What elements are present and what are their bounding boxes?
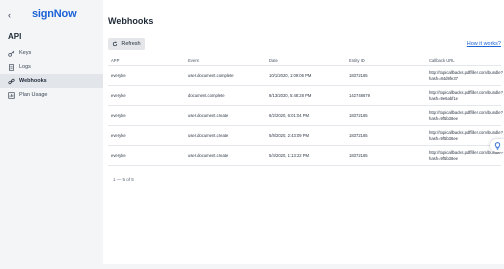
column-header-entity-id: Entity ID (346, 55, 426, 66)
column-header-date: Date (266, 55, 346, 66)
cell-event: user.document.complete (185, 65, 266, 86)
cell-event: user.document.create (185, 125, 266, 146)
cell-callback-url: http://topicallbacks.pdffiller.com/bundl… (426, 85, 503, 106)
cell-app: everyke (108, 65, 185, 86)
column-header-app: APP (108, 55, 185, 66)
table-row[interactable]: everyke user.document.create 5/8/2020, 2… (108, 125, 503, 146)
cell-app: everyke (108, 105, 185, 126)
sidebar-item-keys[interactable]: Keys (0, 46, 103, 60)
table-row[interactable]: everyke user.document.create 5/4/2020, 1… (108, 145, 503, 166)
logo[interactable]: signNow (32, 8, 77, 20)
sidebar-item-label: Keys (19, 50, 32, 56)
cell-entity-id: 142748679 (346, 85, 426, 106)
sidebar-nav: Keys Logs Webhooks Plan Usage (0, 46, 103, 102)
chart-icon (7, 91, 15, 99)
webhooks-table: APP Event Date Entity ID Callback URL ev… (108, 55, 503, 166)
how-it-works-link[interactable]: How it works? (467, 41, 501, 47)
table-row[interactable]: everyke document.complete 8/13/2020, 5:4… (108, 85, 503, 106)
cell-entity-id: 18372165 (346, 65, 426, 86)
document-icon (7, 63, 15, 71)
section-title: API (8, 32, 22, 41)
cell-app: everyke (108, 125, 185, 146)
cell-entity-id: 18372165 (346, 145, 426, 166)
cell-date: 8/13/2020, 5:48:28 PM (266, 85, 346, 106)
cell-date: 10/1/2020, 1:09:06 PM (266, 65, 346, 86)
cell-callback-url: http://topicallbacks.pdffiller.com/bundl… (426, 105, 503, 126)
sidebar-item-logs[interactable]: Logs (0, 60, 103, 74)
cell-event: user.document.create (185, 145, 266, 166)
refresh-button[interactable]: Refresh (108, 38, 145, 50)
cell-date: 5/8/2020, 2:43:09 PM (266, 125, 346, 146)
cell-entity-id: 18372165 (346, 105, 426, 126)
page-title: Webhooks (108, 16, 154, 26)
column-header-event: Event (185, 55, 266, 66)
table-header-row: APP Event Date Entity ID Callback URL (108, 55, 501, 66)
refresh-icon (112, 41, 118, 47)
cell-event: user.document.create (185, 105, 266, 126)
key-icon (7, 49, 15, 57)
lightbulb-icon (494, 137, 501, 155)
sidebar-item-webhooks[interactable]: Webhooks (0, 74, 103, 88)
cell-callback-url: http://topicallbacks.pdffiller.com/bundl… (426, 65, 503, 86)
sidebar-item-label: Logs (19, 64, 31, 70)
column-header-callback-url: Callback URL (426, 55, 501, 66)
table-row[interactable]: everyke user.document.create 6/2/2020, 6… (108, 105, 503, 126)
cell-app: everyke (108, 85, 185, 106)
link-icon (7, 77, 15, 85)
refresh-label: Refresh (121, 41, 141, 47)
cell-date: 6/2/2020, 6:01:04 PM (266, 105, 346, 126)
sidebar-item-label: Plan Usage (19, 92, 48, 98)
cell-event: document.complete (185, 85, 266, 106)
back-arrow-icon[interactable]: ‹ (8, 10, 11, 20)
sidebar-item-label: Webhooks (19, 78, 47, 84)
table-row[interactable]: everyke user.document.complete 10/1/2020… (108, 65, 503, 86)
main-content: Webhooks Refresh How it works? APP Event… (103, 0, 504, 269)
cell-date: 5/4/2020, 1:13:22 PM (266, 145, 346, 166)
pagination-info: 1 — 5 of 5 (113, 177, 134, 182)
bottom-strip (0, 264, 504, 269)
sidebar: ‹ signNow API Keys Logs Webhooks Plan Us… (0, 0, 103, 269)
cell-app: everyke (108, 145, 185, 166)
sidebar-item-plan-usage[interactable]: Plan Usage (0, 88, 103, 102)
help-bubble-button[interactable] (490, 139, 504, 152)
cell-entity-id: 18372165 (346, 125, 426, 146)
